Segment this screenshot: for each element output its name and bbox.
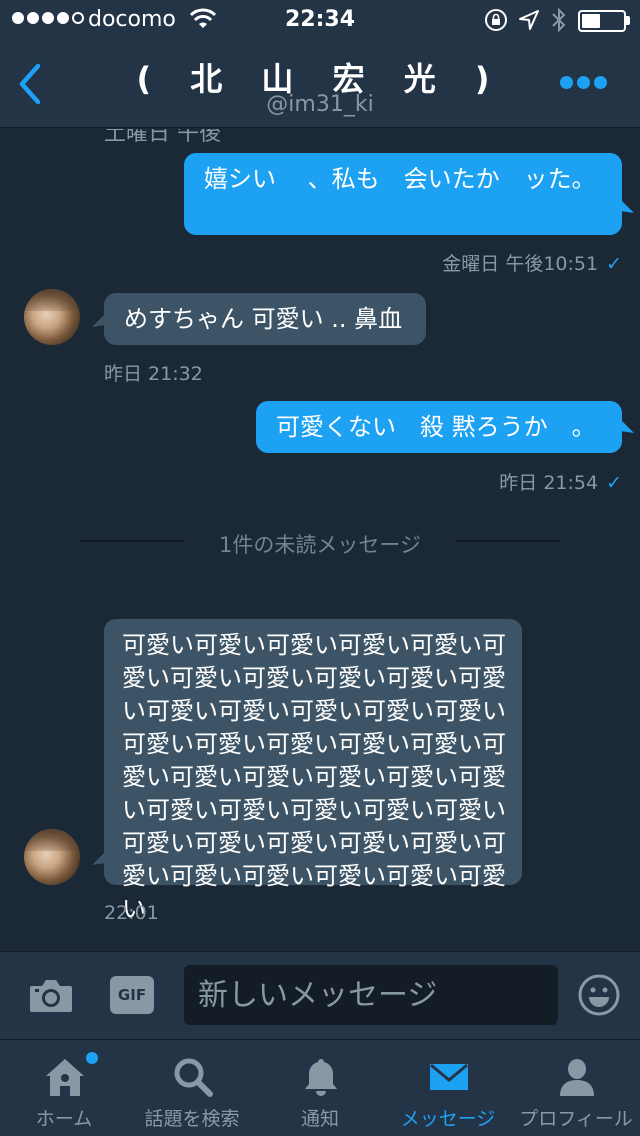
- bubble-tail: [92, 313, 106, 327]
- battery-tip: [626, 16, 630, 25]
- message-list[interactable]: 土曜日 午後 嬉シい 、私も 会いたか ッた。 金曜日 午後10:51 ✓ めすち…: [0, 129, 640, 951]
- more-dots-icon[interactable]: [560, 76, 607, 89]
- bubble-tail: [92, 851, 106, 865]
- rotation-lock-icon: [485, 9, 507, 31]
- tab-label: プロフィール: [519, 1108, 633, 1130]
- camera-icon[interactable]: [28, 976, 74, 1014]
- outgoing-message-bubble[interactable]: 嬉シい 、私も 会いたか ッた。: [184, 153, 622, 235]
- message-input[interactable]: [184, 965, 558, 1025]
- conversation-header: ( 北 山 宏 光 ) @im31_ki: [0, 40, 640, 128]
- read-check-icon: ✓: [606, 472, 622, 494]
- tab-search[interactable]: 話題を検索: [128, 1040, 256, 1136]
- bell-icon: [305, 1059, 337, 1096]
- tab-label: 話題を検索: [144, 1108, 240, 1130]
- message-composer: GIF: [0, 951, 640, 1039]
- envelope-icon: [430, 1063, 468, 1090]
- gif-button[interactable]: GIF: [110, 976, 154, 1014]
- person-icon: [560, 1059, 594, 1096]
- user-handle: @im31_ki: [266, 92, 374, 117]
- message-timestamp: 金曜日 午後10:51 ✓: [442, 253, 622, 275]
- tab-profile[interactable]: プロフィール: [512, 1040, 640, 1136]
- incoming-message-bubble[interactable]: めすちゃん 可愛い .. 鼻血: [104, 293, 426, 345]
- battery-level: [582, 14, 600, 28]
- message-text: めすちゃん 可愛い .. 鼻血: [124, 305, 403, 333]
- incoming-message-bubble[interactable]: 可愛い可愛い可愛い可愛い可愛い可愛い可愛い可愛い可愛い可愛い可愛い可愛い可愛い可…: [104, 619, 522, 923]
- tab-home[interactable]: ホーム: [0, 1040, 128, 1136]
- divider-line-right: [456, 540, 560, 542]
- outgoing-message-bubble[interactable]: 可愛くない 殺 黙ろうか 。: [256, 401, 622, 453]
- message-text: 可愛い可愛い可愛い可愛い可愛い可愛い可愛い可愛い可愛い可愛い可愛い可愛い可愛い可…: [122, 631, 506, 923]
- message-timestamp: 昨日 21:32: [104, 363, 203, 385]
- tab-notifications[interactable]: 通知: [256, 1040, 384, 1136]
- message-text: 嬉シい 、私も 会いたか ッた。: [204, 165, 596, 193]
- location-icon: [519, 10, 539, 30]
- status-bar: docomo 22:34: [0, 0, 640, 40]
- tab-messages[interactable]: メッセージ: [384, 1040, 512, 1136]
- avatar[interactable]: [24, 289, 80, 345]
- bubble-tail: [620, 419, 634, 433]
- tab-label: 通知: [300, 1108, 339, 1130]
- tab-bar: ホーム 話題を検索 通知 メッセージ プロフィール: [0, 1039, 640, 1136]
- search-icon: [174, 1058, 213, 1097]
- emoji-icon[interactable]: [578, 974, 620, 1016]
- home-icon: [46, 1059, 84, 1096]
- cut-off-timestamp: 土曜日 午後: [104, 129, 221, 146]
- message-text: 可愛くない 殺 黙ろうか 。: [276, 413, 596, 441]
- clock: 22:34: [284, 7, 356, 32]
- avatar[interactable]: [24, 829, 80, 885]
- bubble-tail: [620, 199, 634, 213]
- message-timestamp: 22:01: [104, 902, 159, 924]
- notification-badge: [86, 1052, 98, 1064]
- battery-icon: [578, 10, 626, 32]
- tab-label: メッセージ: [400, 1108, 496, 1130]
- read-check-icon: ✓: [606, 253, 622, 275]
- message-timestamp: 昨日 21:54 ✓: [499, 472, 622, 494]
- unread-divider-label: 1件の未読メッセージ: [219, 533, 421, 557]
- bluetooth-icon: [552, 7, 566, 33]
